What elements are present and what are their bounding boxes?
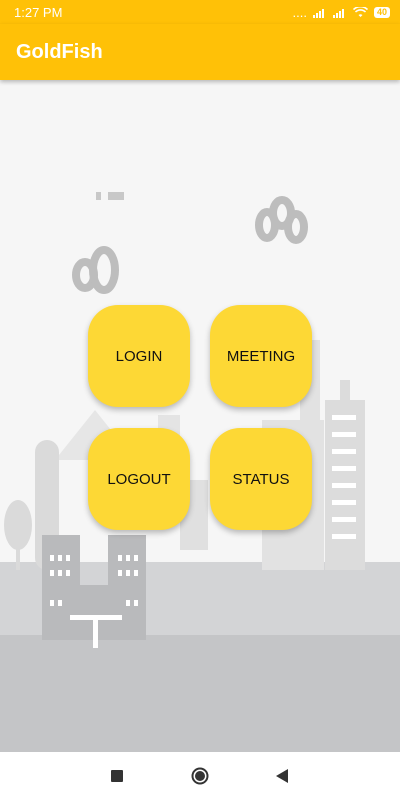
- status-time: 1:27 PM: [14, 4, 63, 20]
- battery-icon: 40: [373, 6, 390, 18]
- login-button[interactable]: LOGIN: [88, 305, 190, 407]
- recent-apps-button[interactable]: [97, 752, 137, 800]
- meeting-label: MEETING: [226, 347, 296, 365]
- app-title: GoldFish: [16, 40, 103, 63]
- city-background-illustration: [0, 192, 400, 752]
- status-button[interactable]: STATUS: [210, 428, 312, 530]
- signal-icon: [312, 8, 324, 18]
- meeting-button[interactable]: MEETING: [210, 305, 312, 407]
- back-icon: [276, 769, 288, 783]
- notification-dots: ....: [292, 4, 307, 20]
- logout-button[interactable]: LOGOUT: [88, 428, 190, 530]
- navigation-bar: [0, 752, 400, 800]
- status-icons: .... 40: [293, 5, 390, 20]
- status-bar: 1:27 PM .... 40: [0, 0, 400, 24]
- status-label: STATUS: [232, 470, 290, 488]
- back-button[interactable]: [262, 752, 302, 800]
- main-content: [0, 80, 400, 752]
- signal-icon-2: [332, 8, 344, 18]
- login-label: LOGIN: [115, 347, 163, 365]
- logout-label: LOGOUT: [107, 470, 171, 488]
- home-icon: [191, 767, 209, 785]
- recent-apps-icon: [111, 770, 123, 782]
- app-bar: GoldFish: [0, 24, 400, 80]
- wifi-icon: [352, 6, 368, 17]
- home-button[interactable]: [180, 752, 220, 800]
